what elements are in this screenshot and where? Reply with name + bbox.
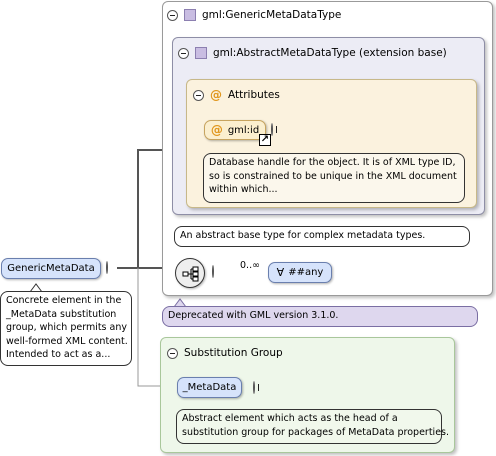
root-element-label: GenericMetaData: [7, 263, 95, 274]
shortcut-arrow-icon[interactable]: ↗: [259, 134, 271, 146]
substitution-element-label: _MetaData: [182, 382, 237, 393]
type-box-header: gml:GenericMetaDataType: [167, 9, 341, 21]
cardinality-label: 0..∞: [240, 260, 260, 271]
complex-type-icon: [195, 47, 207, 59]
substitution-element-metadata[interactable]: _MetaData: [177, 377, 242, 398]
expand-toggle[interactable]: [271, 123, 273, 136]
root-element-generic-metadata[interactable]: GenericMetaData: [1, 258, 101, 279]
attributes-box-label: Attributes: [228, 89, 280, 101]
substitution-box-header: Substitution Group: [167, 347, 283, 359]
expand-toggle[interactable]: [253, 381, 255, 394]
extension-annotation: An abstract base type for complex metada…: [174, 226, 470, 247]
attribute-annotation: Database handle for the object. It is of…: [203, 153, 465, 203]
collapse-toggle[interactable]: [212, 265, 214, 278]
attribute-gml-id[interactable]: @ gml:id: [204, 120, 266, 140]
sequence-icon: [182, 266, 199, 282]
any-icon: ∀: [276, 266, 285, 279]
collapse-toggle[interactable]: [193, 89, 204, 101]
attribute-icon: @: [210, 123, 223, 137]
type-box-label: gml:GenericMetaDataType: [202, 9, 342, 21]
sequence-compositor[interactable]: [175, 258, 205, 288]
extension-box-header: gml:AbstractMetaDataType (extension base…: [178, 47, 447, 59]
collapse-toggle[interactable]: [106, 261, 108, 274]
any-wildcard-node[interactable]: ∀ ##any: [268, 262, 332, 283]
collapse-toggle[interactable]: [167, 347, 178, 359]
root-element-annotation: Concrete element in the _MetaData substi…: [0, 291, 132, 366]
attribute-name: gml:id: [227, 124, 260, 136]
complex-type-icon: [184, 9, 196, 21]
attributes-box-header: @ Attributes: [193, 88, 280, 102]
any-label: ##any: [288, 267, 324, 278]
deprecation-note: Deprecated with GML version 3.1.0.: [162, 306, 478, 327]
substitution-annotation: Abstract element which acts as the head …: [176, 409, 449, 444]
collapse-toggle[interactable]: [178, 47, 189, 59]
attribute-icon: @: [210, 88, 222, 102]
collapse-toggle[interactable]: [167, 9, 178, 21]
extension-box-label: gml:AbstractMetaDataType (extension base…: [213, 47, 447, 59]
substitution-box-label: Substitution Group: [184, 347, 283, 359]
